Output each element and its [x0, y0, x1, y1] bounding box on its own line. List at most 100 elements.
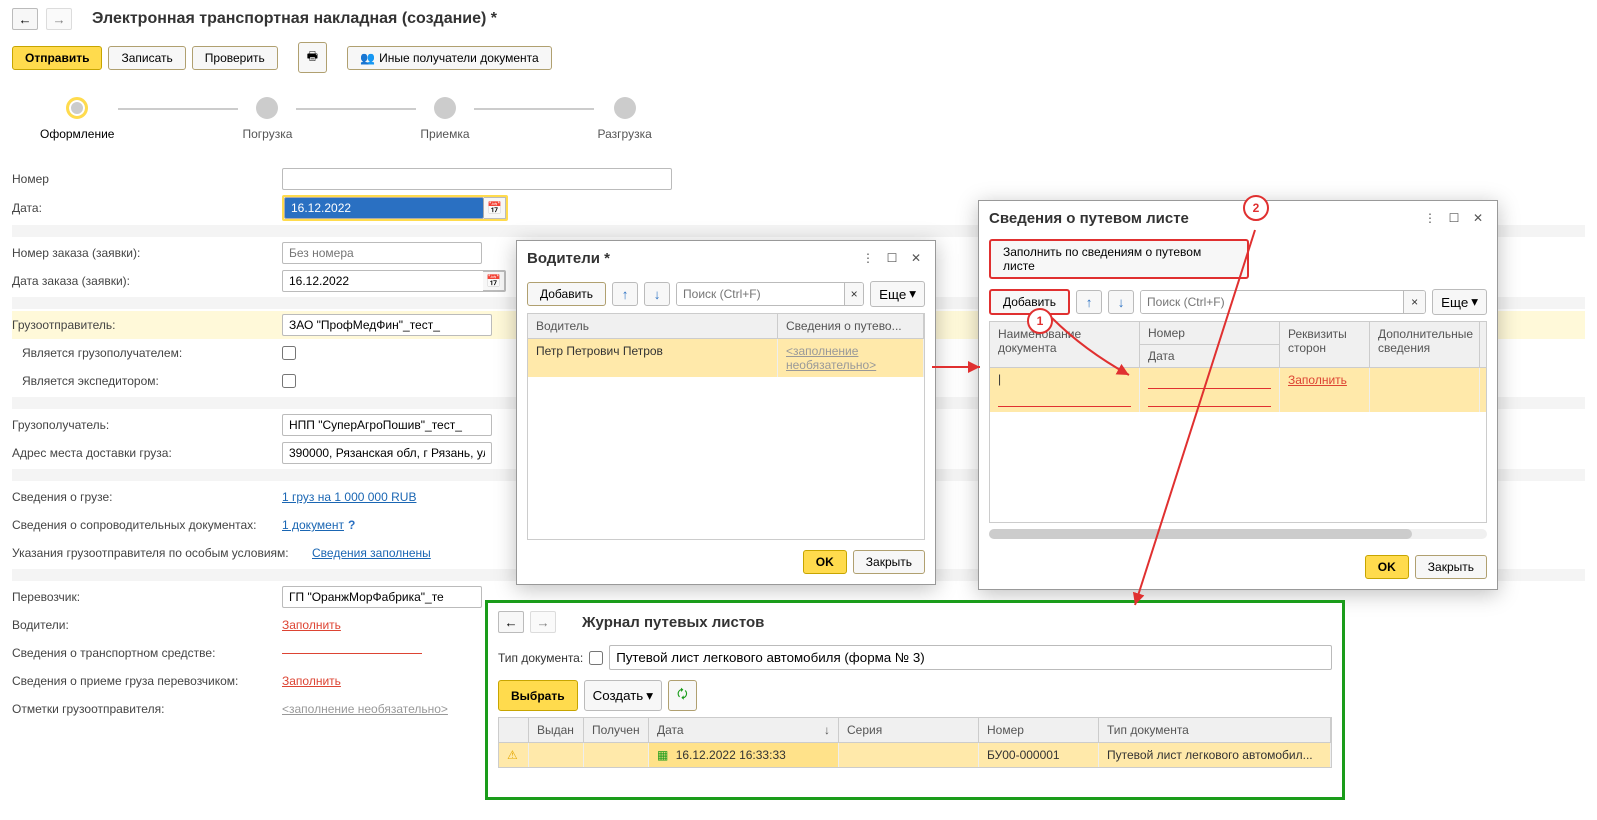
is-forwarder-label: Является экспедитором: [12, 374, 282, 388]
order-number-input[interactable] [282, 242, 482, 264]
dialog-more-icon[interactable]: ⋮ [1421, 209, 1439, 227]
save-button[interactable]: Записать [108, 46, 185, 70]
col-number-header[interactable]: Номер [979, 718, 1099, 742]
doc-type-checkbox[interactable] [589, 651, 603, 665]
step-circle-icon [66, 97, 88, 119]
is-forwarder-checkbox[interactable] [282, 374, 296, 388]
col-doctype-header[interactable]: Тип документа [1099, 718, 1331, 742]
drivers-close-button[interactable]: Закрыть [853, 550, 925, 574]
cargo-info-link[interactable]: 1 груз на 1 000 000 RUB [282, 490, 416, 504]
order-number-label: Номер заказа (заявки): [12, 246, 282, 260]
dialog-maximize-icon[interactable]: ☐ [883, 249, 901, 267]
add-waybill-button[interactable]: Добавить [989, 289, 1070, 315]
driver-col-header[interactable]: Водитель [528, 314, 778, 338]
col-date-header[interactable]: Дата ↓ [649, 718, 839, 742]
col-status-header [499, 718, 529, 742]
acceptance-fill-link[interactable]: Заполнить [282, 674, 341, 688]
step-unloading[interactable]: Разгрузка [598, 97, 652, 141]
other-recipients-button[interactable]: 👥 Иные получатели документа [347, 46, 552, 70]
fill-by-waybill-button[interactable]: Заполнить по сведениям о путевом листе [989, 239, 1249, 279]
main-toolbar: Отправить Записать Проверить 🖶 👥 Иные по… [0, 38, 1597, 85]
move-up-button[interactable]: ↑ [612, 282, 638, 306]
move-up-button[interactable]: ↑ [1076, 290, 1102, 314]
col-series-header[interactable]: Серия [839, 718, 979, 742]
move-down-button[interactable]: ↓ [1108, 290, 1134, 314]
refresh-button[interactable]: 🗘 [668, 680, 697, 711]
date-input[interactable] [284, 197, 484, 219]
driver-waybill-link[interactable]: <заполнение необязательно> [786, 344, 876, 372]
drivers-fill-link[interactable]: Заполнить [282, 618, 341, 632]
calendar-button[interactable]: 📅 [483, 271, 505, 291]
waybill-col-header[interactable]: Сведения о путево... [778, 314, 924, 338]
move-down-button[interactable]: ↓ [644, 282, 670, 306]
close-icon[interactable]: ✕ [1469, 209, 1487, 227]
consignee-input[interactable] [282, 414, 492, 436]
dialog-more-icon[interactable]: ⋮ [859, 249, 877, 267]
consignee-label: Грузополучатель: [12, 418, 282, 432]
horizontal-scrollbar[interactable] [989, 529, 1487, 539]
more-menu-button[interactable]: Еще ▾ [870, 281, 925, 307]
col-additional-header[interactable]: Дополнительные сведения [1370, 322, 1480, 367]
step-loading[interactable]: Погрузка [242, 97, 292, 141]
col-date-header[interactable]: Дата [1140, 345, 1279, 367]
step-connector [296, 108, 416, 110]
is-consignee-checkbox[interactable] [282, 346, 296, 360]
shipper-marks-label: Отметки грузоотправителя: [12, 702, 282, 716]
arrow-down-icon: ↓ [1118, 295, 1125, 310]
create-label: Создать [593, 688, 644, 703]
waybill-journal-panel: ← → Журнал путевых листов Тип документа:… [485, 600, 1345, 800]
create-button[interactable]: Создать ▾ [584, 680, 662, 711]
accomp-docs-link[interactable]: 1 документ [282, 518, 344, 532]
delivery-address-input[interactable] [282, 442, 492, 464]
drivers-grid: Водитель Сведения о путево... Петр Петро… [527, 313, 925, 540]
special-instructions-link[interactable]: Сведения заполнены [312, 546, 431, 560]
sort-down-icon: ↓ [824, 723, 830, 737]
nav-back-button[interactable]: ← [498, 611, 524, 633]
carrier-input[interactable] [282, 586, 482, 608]
print-button[interactable]: 🖶 [298, 42, 327, 73]
nav-back-button[interactable]: ← [12, 8, 38, 30]
shipper-marks-link[interactable]: <заполнение необязательно> [282, 702, 448, 716]
order-date-label: Дата заказа (заявки): [12, 274, 282, 288]
row-doctype-cell: Путевой лист легкового автомобил... [1099, 743, 1331, 767]
journal-row[interactable]: ⚠ ▦ 16.12.2022 16:33:33 БУ00-000001 Путе… [499, 743, 1331, 767]
check-button[interactable]: Проверить [192, 46, 278, 70]
more-menu-button[interactable]: Еще ▾ [1432, 289, 1487, 315]
shipper-input[interactable] [282, 314, 492, 336]
col-received-header[interactable]: Получен [584, 718, 649, 742]
close-icon[interactable]: ✕ [907, 249, 925, 267]
people-icon: 👥 [360, 51, 375, 65]
drivers-label: Водители: [12, 618, 282, 632]
driver-search-input[interactable] [677, 283, 844, 305]
calendar-button[interactable]: 📅 [484, 197, 506, 219]
row-number-cell: БУ00-000001 [979, 743, 1099, 767]
waybill-search-input[interactable] [1141, 291, 1403, 313]
waybill-ok-button[interactable]: OK [1365, 555, 1409, 579]
col-parties-header[interactable]: Реквизиты сторон [1280, 322, 1370, 367]
clear-search-button[interactable]: × [844, 283, 863, 305]
nav-forward-button[interactable]: → [530, 611, 556, 633]
col-issued-header[interactable]: Выдан [529, 718, 584, 742]
nav-forward-button[interactable]: → [46, 8, 72, 30]
col-number-header[interactable]: Номер [1140, 322, 1279, 345]
step-registration[interactable]: Оформление [40, 97, 114, 141]
clear-search-button[interactable]: × [1403, 291, 1425, 313]
date-label: Дата: [12, 201, 282, 215]
order-date-input[interactable] [283, 271, 483, 291]
arrow-up-icon: ↑ [1086, 295, 1093, 310]
dialog-maximize-icon[interactable]: ☐ [1445, 209, 1463, 227]
waybill-row[interactable]: | Заполнить [990, 368, 1486, 412]
driver-row[interactable]: Петр Петрович Петров <заполнение необяза… [528, 339, 924, 377]
waybill-close-button[interactable]: Закрыть [1415, 555, 1487, 579]
col-name-header[interactable]: Наименование документа [990, 322, 1140, 367]
help-icon[interactable]: ? [348, 518, 355, 532]
special-instructions-label: Указания грузоотправителя по особым усло… [12, 546, 312, 560]
step-acceptance[interactable]: Приемка [420, 97, 469, 141]
number-input[interactable] [282, 168, 672, 190]
select-button[interactable]: Выбрать [498, 680, 578, 711]
drivers-ok-button[interactable]: OK [803, 550, 847, 574]
parties-fill-link[interactable]: Заполнить [1288, 373, 1347, 387]
doc-type-input[interactable] [609, 645, 1332, 670]
add-driver-button[interactable]: Добавить [527, 282, 606, 306]
send-button[interactable]: Отправить [12, 46, 102, 70]
